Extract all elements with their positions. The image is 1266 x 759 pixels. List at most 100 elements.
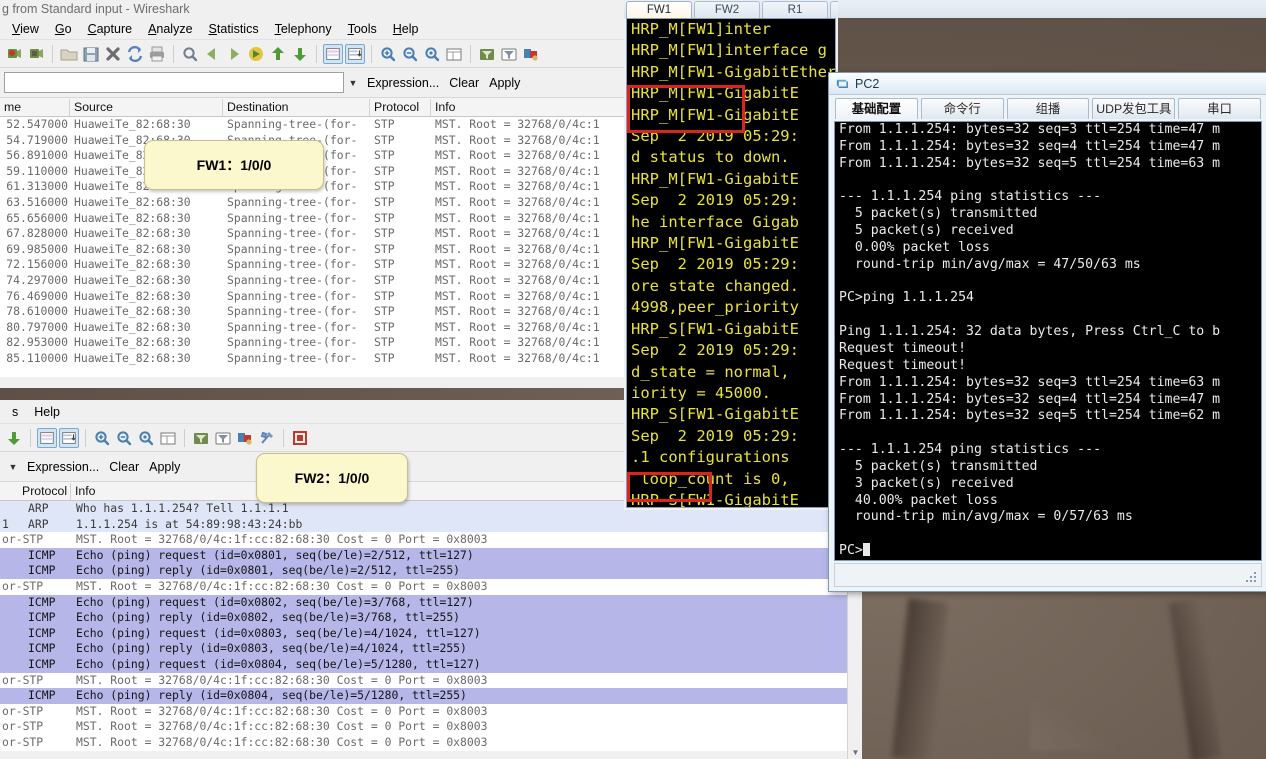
find-packet-icon[interactable]: [180, 44, 200, 64]
table-row[interactable]: ICMP Echo (ping) request (id=0x0803, seq(…: [0, 625, 862, 642]
menu-item-help[interactable]: Help: [385, 20, 427, 38]
apply-filter-button[interactable]: Apply: [144, 460, 185, 474]
zoom-out-icon[interactable]: [114, 428, 134, 448]
pc2-tab[interactable]: UDP发包工具: [1092, 98, 1176, 119]
coloring-rules-icon[interactable]: [521, 44, 541, 64]
table-row[interactable]: ICMP Echo (ping) reply (id=0x0802, seq(be…: [0, 610, 862, 626]
auto-scroll-icon[interactable]: [345, 43, 365, 64]
menu-item-go[interactable]: Go: [47, 20, 80, 38]
display-filter-input[interactable]: [4, 72, 344, 93]
start-capture-icon[interactable]: [4, 44, 24, 64]
save-icon[interactable]: [81, 44, 101, 64]
auto-scroll-icon[interactable]: [59, 427, 79, 448]
device-tab-fw2[interactable]: FW2: [694, 1, 760, 18]
colorize-icon[interactable]: [37, 427, 57, 448]
table-row[interactable]: 69.985000 HuaweiTe_82:68:30 Spanning-tree-…: [0, 241, 628, 258]
go-to-first-icon[interactable]: [268, 44, 288, 64]
capture-filters-icon[interactable]: [191, 428, 211, 448]
table-row[interactable]: 67.828000 HuaweiTe_82:68:30 Spanning-tree-…: [0, 226, 628, 242]
table-row[interactable]: ICMP Echo (ping) request (id=0x0804, seq(…: [0, 656, 862, 673]
display-filters-icon[interactable]: [499, 44, 519, 64]
pc2-tab[interactable]: 命令行: [920, 98, 1004, 119]
display-filters-icon[interactable]: [213, 428, 233, 448]
table-row[interactable]: ICMP Echo (ping) request (id=0x0802, seq(…: [0, 594, 862, 611]
column-header-source[interactable]: Source: [70, 99, 223, 116]
menu-item-analyze[interactable]: Analyze: [140, 20, 200, 38]
table-row[interactable]: 74.297000 HuaweiTe_82:68:30 Spanning-tree-…: [0, 272, 628, 289]
column-header-destination[interactable]: Destination: [223, 99, 370, 116]
go-to-last-icon[interactable]: [290, 44, 310, 64]
go-to-packet-icon[interactable]: [246, 44, 266, 64]
resize-grip-icon[interactable]: [1246, 572, 1258, 584]
table-row[interactable]: 65.656000 HuaweiTe_82:68:30 Spanning-tree-…: [0, 210, 628, 227]
pc2-tab[interactable]: 串口: [1178, 98, 1261, 119]
table-row[interactable]: ICMP Echo (ping) request (id=0x0801, seq(…: [0, 547, 862, 564]
colorize-icon[interactable]: [323, 43, 343, 64]
device-tab-r1[interactable]: R1: [762, 1, 828, 18]
scroll-down-icon[interactable]: ▼: [849, 746, 862, 759]
menu-item-statistics[interactable]: Statistics: [201, 20, 267, 38]
filter-dropdown-icon[interactable]: ▼: [344, 78, 362, 88]
column-header-protocol[interactable]: Protocol: [18, 483, 71, 500]
zoom-in-icon[interactable]: [378, 44, 398, 64]
table-row[interactable]: ICMP Echo (ping) reply (id=0x0801, seq(be…: [0, 563, 862, 579]
menu-item-help[interactable]: Help: [26, 403, 68, 421]
table-row[interactable]: 72.156000 HuaweiTe_82:68:30 Spanning-tree-…: [0, 257, 628, 273]
column-header-time[interactable]: me: [0, 99, 70, 116]
expression-button[interactable]: Expression...: [22, 460, 104, 474]
resize-columns-icon[interactable]: [158, 428, 178, 448]
cli-output-area[interactable]: HRP_M[FW1]inter HRP_M[FW1]interface g 1/0…: [626, 18, 836, 508]
table-row[interactable]: 52.547000 HuaweiTe_82:68:30 Spanning-tree-…: [0, 117, 628, 133]
capture-options-icon[interactable]: [290, 428, 310, 448]
close-file-icon[interactable]: [103, 44, 123, 64]
pc2-titlebar[interactable]: PC2: [829, 73, 1266, 95]
packet-list-fw2[interactable]: ARP Who has 1.1.1.254? Tell 1.1.1.1 1 ARP 1.…: [0, 501, 862, 751]
table-row[interactable]: ICMP Echo (ping) reply (id=0x0803, seq(be…: [0, 641, 862, 657]
print-icon[interactable]: [147, 44, 167, 64]
table-row[interactable]: 76.469000 HuaweiTe_82:68:30 Spanning-tree-…: [0, 288, 628, 305]
apply-filter-button[interactable]: Apply: [484, 76, 525, 90]
go-back-icon[interactable]: [202, 44, 222, 64]
filter-dropdown-icon[interactable]: ▼: [4, 462, 22, 472]
table-row[interactable]: or-STP MST. Root = 32768/0/4c:1f:cc:82:68…: [0, 734, 862, 751]
table-row[interactable]: 1 ARP 1.1.1.254 is at 54:89:98:43:24:bb: [0, 516, 862, 533]
zoom-reset-icon[interactable]: [422, 44, 442, 64]
zoom-reset-icon[interactable]: [136, 428, 156, 448]
menu-item-view[interactable]: View: [4, 20, 47, 38]
table-row[interactable]: ICMP Echo (ping) reply (id=0x0804, seq(be…: [0, 688, 862, 704]
table-row[interactable]: or-STP MST. Root = 32768/0/4c:1f:cc:82:68…: [0, 703, 862, 720]
zoom-in-icon[interactable]: [92, 428, 112, 448]
pc2-console-output[interactable]: From 1.1.1.254: bytes=32 seq=3 ttl=254 t…: [834, 121, 1262, 561]
clear-filter-button[interactable]: Clear: [444, 76, 484, 90]
preferences-icon[interactable]: [257, 428, 277, 448]
device-tab-fw1[interactable]: FW1: [626, 1, 692, 18]
pc2-tab[interactable]: 基础配置: [835, 98, 918, 119]
column-header-protocol[interactable]: Protocol: [370, 99, 431, 116]
menu-item-telephony[interactable]: Telephony: [267, 20, 340, 38]
stop-capture-icon[interactable]: [26, 44, 46, 64]
table-row[interactable]: or-STP MST. Root = 32768/0/4c:1f:cc:82:68…: [0, 672, 862, 689]
table-row[interactable]: or-STP MST. Root = 32768/0/4c:1f:cc:82:68…: [0, 532, 862, 548]
go-to-last-icon[interactable]: [4, 428, 24, 448]
coloring-rules-icon[interactable]: [235, 428, 255, 448]
zoom-out-icon[interactable]: [400, 44, 420, 64]
column-header-info[interactable]: Info: [431, 99, 628, 116]
table-row[interactable]: 85.110000 HuaweiTe_82:68:30 Spanning-tree-…: [0, 350, 628, 367]
table-row[interactable]: 63.516000 HuaweiTe_82:68:30 Spanning-tree-…: [0, 194, 628, 211]
open-file-icon[interactable]: [59, 44, 79, 64]
reload-icon[interactable]: [125, 44, 145, 64]
table-row[interactable]: or-STP MST. Root = 32768/0/4c:1f:cc:82:68…: [0, 719, 862, 735]
menu-item-tools[interactable]: Tools: [340, 20, 385, 38]
pc2-tab[interactable]: 组播: [1006, 98, 1090, 119]
capture-filters-icon[interactable]: [477, 44, 497, 64]
table-row[interactable]: 78.610000 HuaweiTe_82:68:30 Spanning-tree-…: [0, 304, 628, 320]
menu-item-s[interactable]: s: [4, 403, 26, 421]
menu-item-capture[interactable]: Capture: [80, 20, 140, 38]
resize-columns-icon[interactable]: [444, 44, 464, 64]
table-row[interactable]: 80.797000 HuaweiTe_82:68:30 Spanning-tree-…: [0, 319, 628, 336]
clear-filter-button[interactable]: Clear: [104, 460, 144, 474]
table-row[interactable]: 82.953000 HuaweiTe_82:68:30 Spanning-tree-…: [0, 335, 628, 351]
table-row[interactable]: or-STP MST. Root = 32768/0/4c:1f:cc:82:68…: [0, 578, 862, 595]
expression-button[interactable]: Expression...: [362, 76, 444, 90]
go-forward-icon[interactable]: [224, 44, 244, 64]
